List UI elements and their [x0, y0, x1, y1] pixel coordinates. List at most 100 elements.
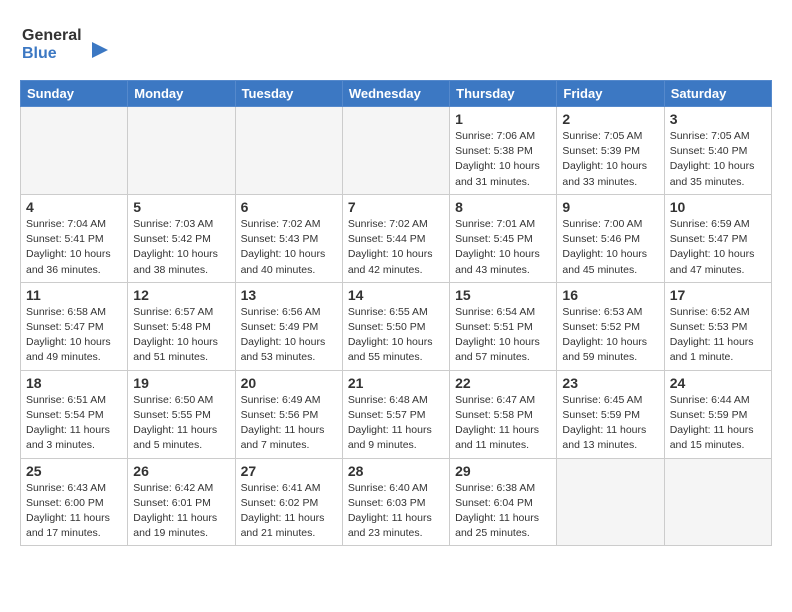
calendar-cell: 2 Sunrise: 7:05 AM Sunset: 5:39 PM Daylig…: [557, 107, 664, 195]
day-info: Sunrise: 7:01 AM Sunset: 5:45 PM Dayligh…: [455, 217, 551, 278]
day-number: 9: [562, 199, 658, 215]
day-info: Sunrise: 6:52 AM Sunset: 5:53 PM Dayligh…: [670, 305, 766, 366]
calendar-cell: 17 Sunrise: 6:52 AM Sunset: 5:53 PM Dayli…: [664, 282, 771, 370]
calendar-cell: 25 Sunrise: 6:43 AM Sunset: 6:00 PM Dayli…: [21, 458, 128, 546]
day-info: Sunrise: 6:45 AM Sunset: 5:59 PM Dayligh…: [562, 393, 658, 454]
day-info: Sunrise: 7:00 AM Sunset: 5:46 PM Dayligh…: [562, 217, 658, 278]
logo: General Blue: [20, 20, 110, 70]
day-number: 13: [241, 287, 337, 303]
calendar-cell: [128, 107, 235, 195]
day-number: 2: [562, 111, 658, 127]
calendar-cell: 29 Sunrise: 6:38 AM Sunset: 6:04 PM Dayli…: [450, 458, 557, 546]
day-number: 28: [348, 463, 444, 479]
calendar-cell: 4 Sunrise: 7:04 AM Sunset: 5:41 PM Daylig…: [21, 194, 128, 282]
day-info: Sunrise: 6:47 AM Sunset: 5:58 PM Dayligh…: [455, 393, 551, 454]
calendar-cell: 7 Sunrise: 7:02 AM Sunset: 5:44 PM Daylig…: [342, 194, 449, 282]
day-number: 3: [670, 111, 766, 127]
calendar-cell: 26 Sunrise: 6:42 AM Sunset: 6:01 PM Dayli…: [128, 458, 235, 546]
day-number: 7: [348, 199, 444, 215]
calendar-cell: 16 Sunrise: 6:53 AM Sunset: 5:52 PM Dayli…: [557, 282, 664, 370]
logo-text-block: General Blue: [20, 20, 110, 70]
calendar-cell: 19 Sunrise: 6:50 AM Sunset: 5:55 PM Dayli…: [128, 370, 235, 458]
day-number: 22: [455, 375, 551, 391]
day-number: 17: [670, 287, 766, 303]
day-info: Sunrise: 6:59 AM Sunset: 5:47 PM Dayligh…: [670, 217, 766, 278]
day-info: Sunrise: 7:02 AM Sunset: 5:43 PM Dayligh…: [241, 217, 337, 278]
day-info: Sunrise: 7:05 AM Sunset: 5:39 PM Dayligh…: [562, 129, 658, 190]
day-info: Sunrise: 7:05 AM Sunset: 5:40 PM Dayligh…: [670, 129, 766, 190]
day-number: 27: [241, 463, 337, 479]
calendar-cell: [664, 458, 771, 546]
day-info: Sunrise: 6:38 AM Sunset: 6:04 PM Dayligh…: [455, 481, 551, 542]
day-of-week-header: Thursday: [450, 81, 557, 107]
calendar-cell: 28Sunrise: 6:40 AM Sunset: 6:03 PM Dayli…: [342, 458, 449, 546]
day-of-week-header: Friday: [557, 81, 664, 107]
day-number: 15: [455, 287, 551, 303]
day-info: Sunrise: 6:58 AM Sunset: 5:47 PM Dayligh…: [26, 305, 122, 366]
calendar-cell: [235, 107, 342, 195]
day-info: Sunrise: 7:03 AM Sunset: 5:42 PM Dayligh…: [133, 217, 229, 278]
day-number: 5: [133, 199, 229, 215]
day-info: Sunrise: 6:53 AM Sunset: 5:52 PM Dayligh…: [562, 305, 658, 366]
day-info: Sunrise: 6:41 AM Sunset: 6:02 PM Dayligh…: [241, 481, 337, 542]
calendar-cell: 24 Sunrise: 6:44 AM Sunset: 5:59 PM Dayli…: [664, 370, 771, 458]
calendar-cell: 18 Sunrise: 6:51 AM Sunset: 5:54 PM Dayli…: [21, 370, 128, 458]
day-info: Sunrise: 6:43 AM Sunset: 6:00 PM Dayligh…: [26, 481, 122, 542]
day-number: 11: [26, 287, 122, 303]
day-info: Sunrise: 6:44 AM Sunset: 5:59 PM Dayligh…: [670, 393, 766, 454]
day-info: Sunrise: 6:54 AM Sunset: 5:51 PM Dayligh…: [455, 305, 551, 366]
calendar-cell: 14 Sunrise: 6:55 AM Sunset: 5:50 PM Dayli…: [342, 282, 449, 370]
calendar-week-row: 18 Sunrise: 6:51 AM Sunset: 5:54 PM Dayli…: [21, 370, 772, 458]
day-info: Sunrise: 7:04 AM Sunset: 5:41 PM Dayligh…: [26, 217, 122, 278]
day-number: 25: [26, 463, 122, 479]
calendar-cell: 23 Sunrise: 6:45 AM Sunset: 5:59 PM Dayli…: [557, 370, 664, 458]
calendar-week-row: 11 Sunrise: 6:58 AM Sunset: 5:47 PM Dayli…: [21, 282, 772, 370]
day-number: 1: [455, 111, 551, 127]
day-number: 8: [455, 199, 551, 215]
day-of-week-header: Sunday: [21, 81, 128, 107]
day-info: Sunrise: 6:55 AM Sunset: 5:50 PM Dayligh…: [348, 305, 444, 366]
day-info: Sunrise: 7:02 AM Sunset: 5:44 PM Dayligh…: [348, 217, 444, 278]
day-info: Sunrise: 6:48 AM Sunset: 5:57 PM Dayligh…: [348, 393, 444, 454]
svg-text:General: General: [22, 27, 82, 44]
day-of-week-header: Monday: [128, 81, 235, 107]
calendar-cell: 15 Sunrise: 6:54 AM Sunset: 5:51 PM Dayli…: [450, 282, 557, 370]
day-of-week-header: Wednesday: [342, 81, 449, 107]
calendar-cell: 1 Sunrise: 7:06 AM Sunset: 5:38 PM Daylig…: [450, 107, 557, 195]
calendar-cell: 9 Sunrise: 7:00 AM Sunset: 5:46 PM Daylig…: [557, 194, 664, 282]
calendar-cell: 21Sunrise: 6:48 AM Sunset: 5:57 PM Dayli…: [342, 370, 449, 458]
day-number: 4: [26, 199, 122, 215]
day-number: 29: [455, 463, 551, 479]
calendar-cell: 10 Sunrise: 6:59 AM Sunset: 5:47 PM Dayli…: [664, 194, 771, 282]
calendar-cell: 12 Sunrise: 6:57 AM Sunset: 5:48 PM Dayli…: [128, 282, 235, 370]
calendar-cell: 3 Sunrise: 7:05 AM Sunset: 5:40 PM Daylig…: [664, 107, 771, 195]
calendar-cell: [557, 458, 664, 546]
day-info: Sunrise: 7:06 AM Sunset: 5:38 PM Dayligh…: [455, 129, 551, 190]
day-info: Sunrise: 6:50 AM Sunset: 5:55 PM Dayligh…: [133, 393, 229, 454]
page-header: General Blue: [20, 20, 772, 70]
calendar-cell: 8 Sunrise: 7:01 AM Sunset: 5:45 PM Daylig…: [450, 194, 557, 282]
calendar-cell: 11 Sunrise: 6:58 AM Sunset: 5:47 PM Dayli…: [21, 282, 128, 370]
day-number: 19: [133, 375, 229, 391]
day-number: 16: [562, 287, 658, 303]
day-number: 14: [348, 287, 444, 303]
calendar-table: SundayMondayTuesdayWednesdayThursdayFrid…: [20, 80, 772, 546]
calendar-week-row: 25 Sunrise: 6:43 AM Sunset: 6:00 PM Dayli…: [21, 458, 772, 546]
calendar-cell: 13Sunrise: 6:56 AM Sunset: 5:49 PM Dayli…: [235, 282, 342, 370]
calendar-week-row: 1 Sunrise: 7:06 AM Sunset: 5:38 PM Daylig…: [21, 107, 772, 195]
day-info: Sunrise: 6:57 AM Sunset: 5:48 PM Dayligh…: [133, 305, 229, 366]
day-info: Sunrise: 6:42 AM Sunset: 6:01 PM Dayligh…: [133, 481, 229, 542]
calendar-week-row: 4 Sunrise: 7:04 AM Sunset: 5:41 PM Daylig…: [21, 194, 772, 282]
day-number: 12: [133, 287, 229, 303]
calendar-header-row: SundayMondayTuesdayWednesdayThursdayFrid…: [21, 81, 772, 107]
day-number: 18: [26, 375, 122, 391]
day-number: 24: [670, 375, 766, 391]
day-number: 6: [241, 199, 337, 215]
day-info: Sunrise: 6:51 AM Sunset: 5:54 PM Dayligh…: [26, 393, 122, 454]
day-number: 26: [133, 463, 229, 479]
svg-text:Blue: Blue: [22, 45, 57, 62]
day-number: 10: [670, 199, 766, 215]
day-number: 23: [562, 375, 658, 391]
day-info: Sunrise: 6:49 AM Sunset: 5:56 PM Dayligh…: [241, 393, 337, 454]
calendar-cell: 27 Sunrise: 6:41 AM Sunset: 6:02 PM Dayli…: [235, 458, 342, 546]
